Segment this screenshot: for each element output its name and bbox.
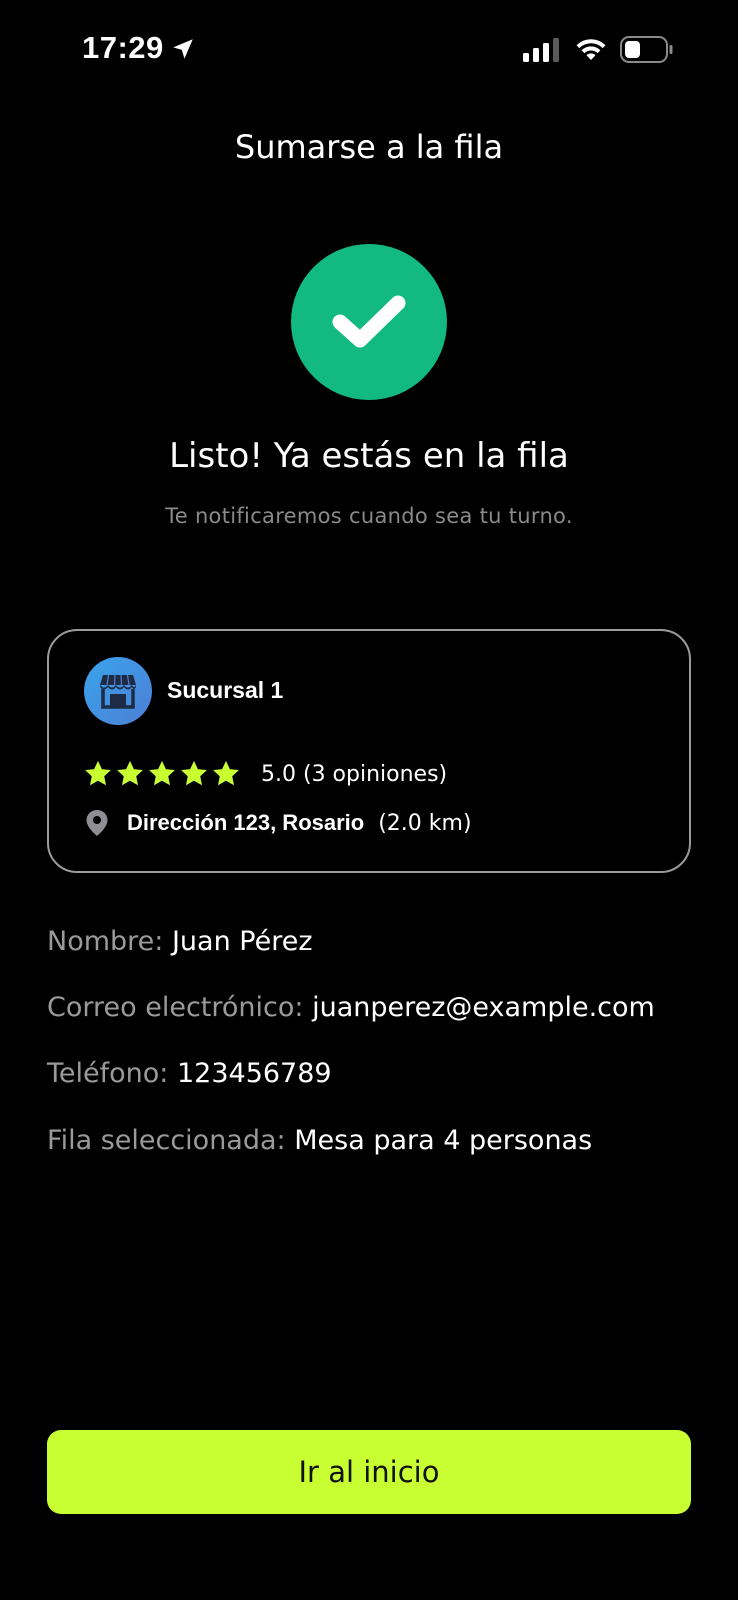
map-pin-icon: [86, 810, 108, 836]
success-title: Listo! Ya estás en la fila: [169, 436, 569, 476]
star-icon: [213, 760, 239, 786]
signal-icon: [523, 38, 559, 62]
success-badge: [291, 244, 447, 400]
detail-email: Correo electrónico: juanperez@example.co…: [47, 992, 655, 1023]
detail-phone-value: 123456789: [176, 1058, 332, 1089]
check-icon: [332, 295, 406, 348]
detail-queue: Fila seleccionada: Mesa para 4 personas: [47, 1125, 592, 1156]
star-icon: [117, 760, 143, 786]
rating-row: 5.0 (3 opiniones): [83, 759, 447, 789]
status-bar: 17:29: [0, 0, 738, 100]
detail-email-value: juanperez@example.com: [312, 992, 655, 1023]
branch-name: Sucursal 1: [167, 677, 284, 703]
detail-email-label: Correo electrónico:: [47, 992, 304, 1023]
battery-icon: [620, 36, 673, 63]
detail-name: Nombre: Juan Pérez: [47, 926, 313, 957]
branch-avatar: [84, 657, 152, 725]
home-button[interactable]: Ir al inicio: [47, 1430, 691, 1514]
location-arrow-icon: [173, 39, 193, 59]
success-subtitle: Te notificaremos cuando sea tu turno.: [165, 504, 573, 528]
detail-queue-value: Mesa para 4 personas: [294, 1125, 593, 1156]
detail-name-label: Nombre:: [47, 926, 164, 957]
store-icon: [100, 674, 136, 709]
star-icon: [85, 760, 111, 786]
branch-distance: (2.0 km): [378, 810, 472, 836]
branch-card: Sucursal 1 5.0 (3 opiniones) Dirección 1…: [47, 629, 691, 873]
address-row: Dirección 123, Rosario (2.0 km): [85, 809, 472, 837]
status-time: 17:29: [82, 30, 164, 65]
star-icon: [181, 760, 207, 786]
detail-phone-label: Teléfono:: [47, 1058, 169, 1089]
wifi-icon: [576, 39, 606, 60]
detail-name-value: Juan Pérez: [171, 926, 313, 957]
branch-address: Dirección 123, Rosario: [127, 810, 365, 835]
rating-text: 5.0 (3 opiniones): [261, 761, 448, 787]
page-title: Sumarse a la fila: [234, 128, 504, 166]
detail-phone: Teléfono: 123456789: [47, 1058, 332, 1089]
star-icon: [149, 760, 175, 786]
detail-queue-label: Fila seleccionada:: [47, 1125, 286, 1156]
screen: 17:29 Sumarse a la fila Listo! Ya estás …: [0, 0, 738, 1600]
